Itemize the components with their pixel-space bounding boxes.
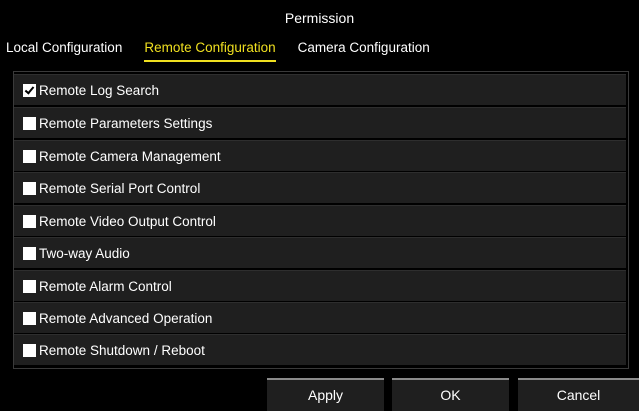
remote-shutdown-reboot-checkbox[interactable] xyxy=(23,343,36,357)
permission-row-two-way-audio[interactable]: Two-way Audio xyxy=(14,237,626,268)
cancel-button[interactable]: Cancel xyxy=(518,378,639,411)
remote-camera-management-checkbox[interactable] xyxy=(23,149,36,163)
permission-row-remote-alarm-control[interactable]: Remote Alarm Control xyxy=(14,270,626,301)
tab-remote-configuration[interactable]: Remote Configuration xyxy=(144,40,276,62)
two-way-audio-checkbox[interactable] xyxy=(23,246,36,260)
remote-serial-port-control-checkbox[interactable] xyxy=(23,181,36,195)
permission-row-remote-camera-management[interactable]: Remote Camera Management xyxy=(14,140,626,171)
remote-video-output-control-checkbox[interactable] xyxy=(23,214,36,228)
permission-label: Remote Serial Port Control xyxy=(39,180,201,196)
permission-row-remote-video-output-control[interactable]: Remote Video Output Control xyxy=(14,205,626,236)
dialog-title: Permission xyxy=(284,10,355,26)
remote-parameters-settings-checkbox[interactable] xyxy=(23,116,36,130)
remote-alarm-control-checkbox[interactable] xyxy=(23,279,36,293)
permission-label: Remote Parameters Settings xyxy=(39,115,213,131)
permission-row-remote-shutdown-reboot[interactable]: Remote Shutdown / Reboot xyxy=(14,334,626,365)
tab-local-configuration[interactable]: Local Configuration xyxy=(6,40,122,62)
permission-row-remote-serial-port-control[interactable]: Remote Serial Port Control xyxy=(14,172,626,203)
permission-label: Remote Alarm Control xyxy=(39,278,172,294)
ok-button[interactable]: OK xyxy=(392,378,509,411)
remote-advanced-operation-checkbox[interactable] xyxy=(23,311,36,325)
apply-button[interactable]: Apply xyxy=(267,378,384,411)
permission-row-remote-parameters-settings[interactable]: Remote Parameters Settings xyxy=(14,107,626,138)
tab-bar: Local Configuration Remote Configuration… xyxy=(6,40,452,62)
button-bar: Apply OK Cancel xyxy=(0,378,639,411)
permission-label: Remote Advanced Operation xyxy=(39,310,213,326)
permission-label: Two-way Audio xyxy=(39,245,130,261)
permission-label: Remote Shutdown / Reboot xyxy=(39,342,205,358)
permission-label: Remote Camera Management xyxy=(39,148,221,164)
permission-dialog: Permission Local Configuration Remote Co… xyxy=(0,0,639,411)
permission-label: Remote Video Output Control xyxy=(39,213,216,229)
permission-row-remote-advanced-operation[interactable]: Remote Advanced Operation xyxy=(14,302,626,333)
permission-list: Remote Log Search Remote Parameters Sett… xyxy=(13,71,629,369)
remote-log-search-checkbox[interactable] xyxy=(23,83,36,97)
tab-camera-configuration[interactable]: Camera Configuration xyxy=(298,40,430,62)
permission-label: Remote Log Search xyxy=(39,82,160,98)
permission-row-remote-log-search[interactable]: Remote Log Search xyxy=(14,74,626,105)
